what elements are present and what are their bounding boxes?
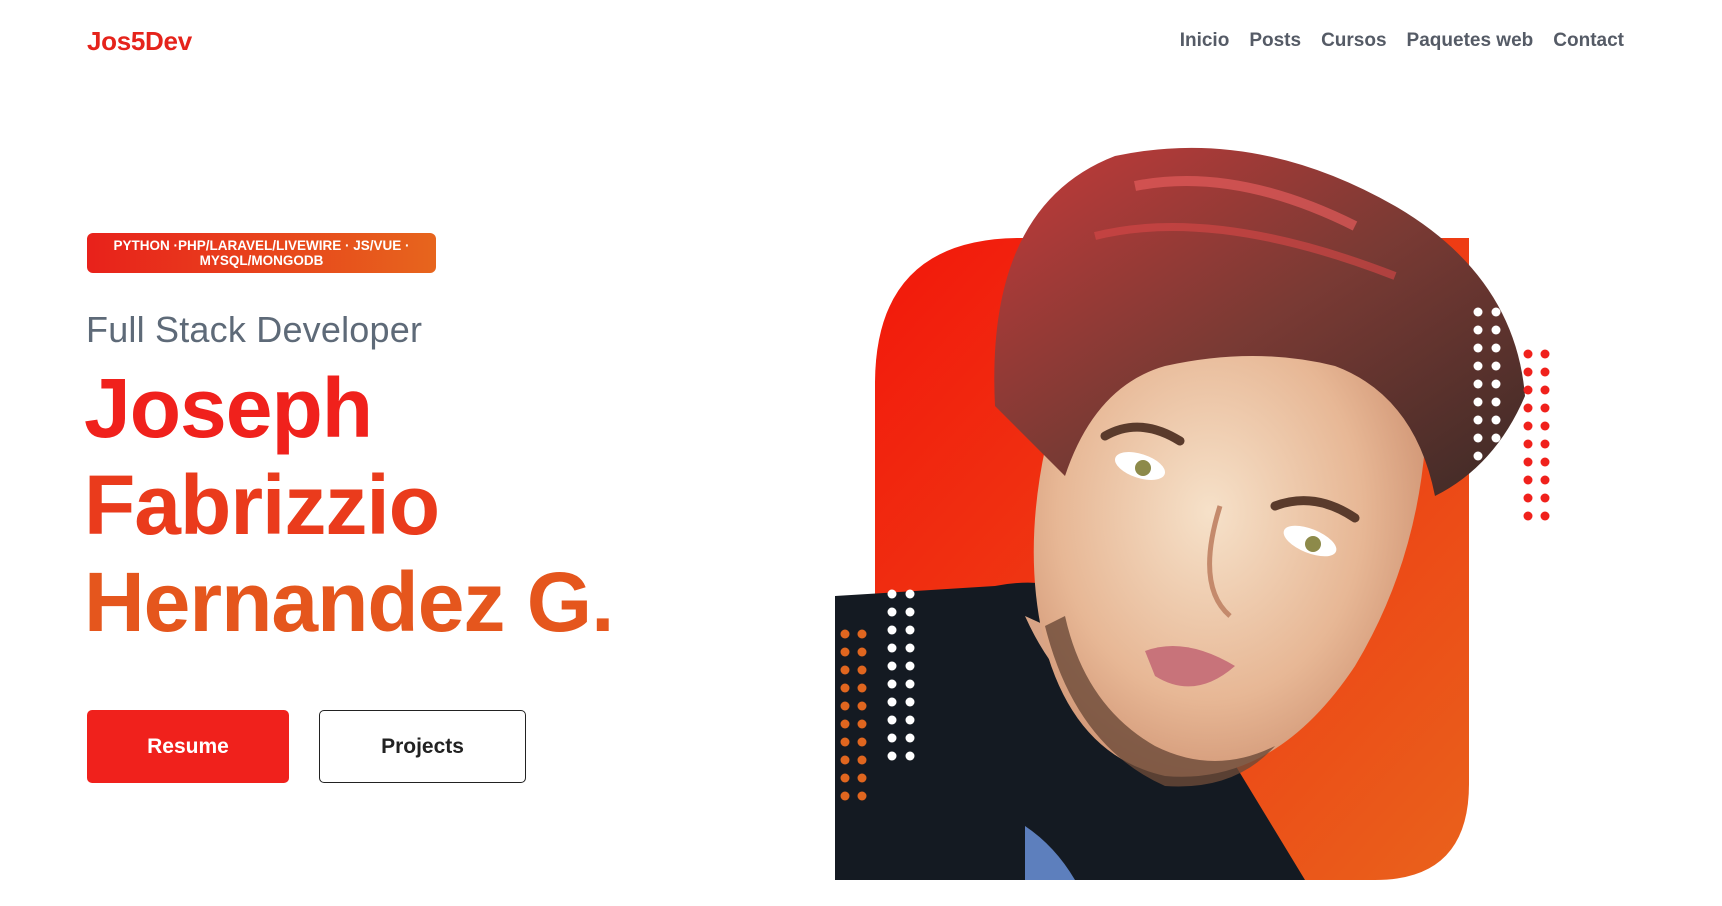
dots-red-right (1523, 349, 1550, 521)
name-line-2: Fabrizzio (84, 458, 440, 552)
projects-button[interactable]: Projects (319, 710, 526, 783)
tech-stack-badge: PYTHON ·PHP/LARAVEL/LIVEWIRE · JS/VUE · … (87, 233, 436, 273)
badge-line-2: MYSQL/MONGODB (199, 253, 324, 268)
site-logo[interactable]: Jos5Dev (87, 26, 192, 57)
hero-name: Joseph Fabrizzio Hernandez G. (84, 360, 614, 651)
badge-line-1: PYTHON ·PHP/LARAVEL/LIVEWIRE · JS/VUE · (113, 238, 410, 253)
nav-cursos[interactable]: Cursos (1321, 30, 1386, 52)
name-line-1: Joseph (84, 361, 373, 455)
main-nav: Inicio Posts Cursos Paquetes web Contact (1180, 30, 1624, 52)
resume-button[interactable]: Resume (87, 710, 289, 783)
nav-posts[interactable]: Posts (1249, 30, 1301, 52)
hero-subtitle: Full Stack Developer (86, 309, 423, 350)
hero-portrait (835, 147, 1550, 880)
name-line-3: Hernandez G. (84, 555, 614, 649)
nav-inicio[interactable]: Inicio (1180, 30, 1230, 52)
nav-paquetes-web[interactable]: Paquetes web (1407, 30, 1534, 52)
nav-contact[interactable]: Contact (1553, 30, 1624, 52)
